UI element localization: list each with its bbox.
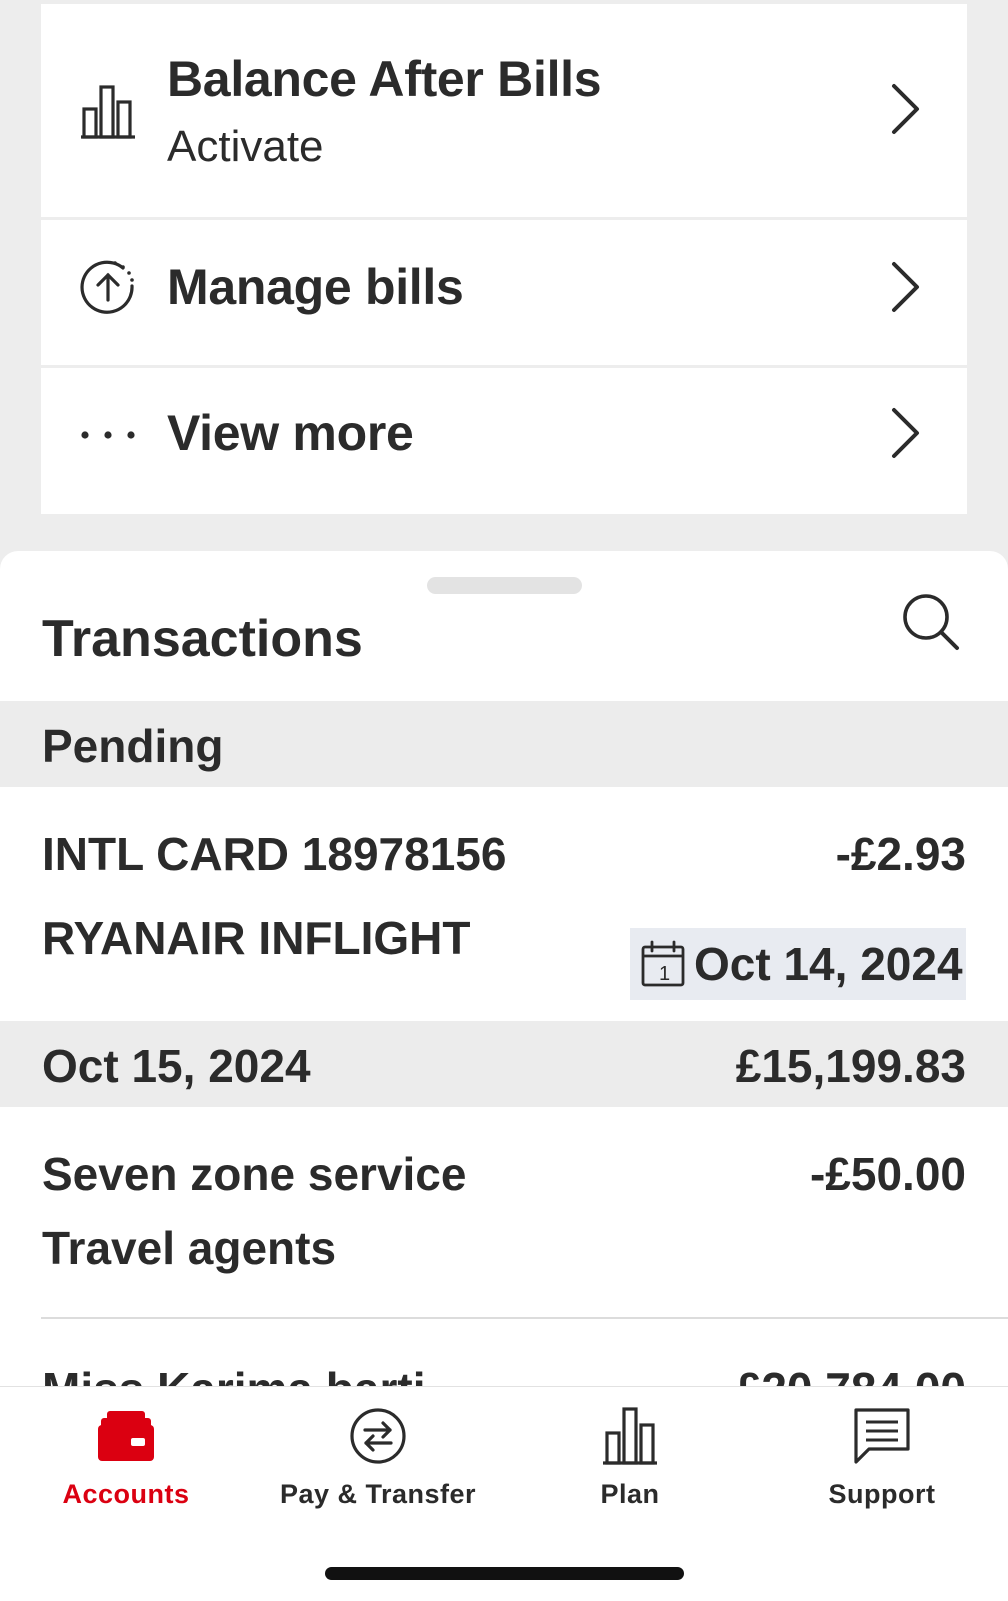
transfer-icon bbox=[350, 1408, 406, 1464]
tab-accounts[interactable]: Accounts bbox=[0, 1387, 252, 1527]
manage-bills-title: Manage bills bbox=[167, 259, 464, 315]
view-more-title: View more bbox=[167, 405, 414, 461]
wallet-icon bbox=[98, 1411, 154, 1461]
sheet-grab-handle[interactable] bbox=[427, 577, 582, 594]
tab-plan[interactable]: Plan bbox=[504, 1387, 756, 1527]
calendar-icon: 1 bbox=[641, 940, 685, 987]
transaction-amount: -£50.00 bbox=[809, 1148, 966, 1200]
upload-circle-icon bbox=[79, 258, 137, 316]
view-more-card[interactable]: View more bbox=[41, 368, 967, 514]
transaction-date: Oct 14, 2024 bbox=[694, 938, 963, 990]
balance-after-bills-card[interactable]: Balance After Bills Activate bbox=[41, 4, 967, 217]
transaction-description: INTL CARD 18978156 bbox=[42, 828, 507, 880]
tab-plan-label: Plan bbox=[600, 1479, 660, 1509]
search-icon[interactable] bbox=[900, 591, 962, 653]
row-divider bbox=[41, 1317, 1008, 1319]
pending-section-header: Pending bbox=[0, 701, 1008, 787]
chevron-right-icon bbox=[892, 84, 919, 134]
more-dots-icon bbox=[79, 406, 137, 464]
svg-text:1: 1 bbox=[659, 963, 670, 985]
transaction-row[interactable]: INTL CARD 18978156 -£2.93 RYANAIR INFLIG… bbox=[0, 787, 1008, 1021]
transactions-title: Transactions bbox=[42, 610, 363, 668]
transaction-category: Travel agents bbox=[42, 1222, 337, 1274]
transaction-row[interactable]: Seven zone service -£50.00 Travel agents bbox=[0, 1107, 1008, 1327]
chat-icon bbox=[854, 1408, 910, 1464]
date-group-header: Oct 15, 2024 £15,199.83 bbox=[0, 1021, 1008, 1107]
transaction-merchant: RYANAIR INFLIGHT bbox=[42, 912, 471, 964]
chevron-right-icon bbox=[892, 408, 919, 458]
bar-chart-icon bbox=[79, 82, 137, 140]
transaction-description: Seven zone service bbox=[42, 1148, 467, 1200]
group-balance: £15,199.83 bbox=[735, 1040, 966, 1092]
transaction-amount: -£2.93 bbox=[835, 828, 966, 880]
balance-after-bills-title: Balance After Bills bbox=[167, 51, 602, 107]
group-date: Oct 15, 2024 bbox=[42, 1040, 311, 1092]
tab-pay-transfer-label: Pay & Transfer bbox=[279, 1479, 477, 1509]
home-indicator[interactable] bbox=[325, 1567, 684, 1580]
chevron-right-icon bbox=[892, 262, 919, 312]
balance-after-bills-subtitle: Activate bbox=[167, 122, 324, 171]
tab-support[interactable]: Support bbox=[756, 1387, 1008, 1527]
transaction-row[interactable]: Miss Karima barti £20,784.00 bbox=[0, 1328, 1008, 1388]
manage-bills-card[interactable]: Manage bills bbox=[41, 220, 967, 365]
tab-support-label: Support bbox=[828, 1479, 936, 1509]
tab-accounts-label: Accounts bbox=[62, 1479, 190, 1509]
transaction-date-chip: 1 Oct 14, 2024 bbox=[630, 928, 966, 1000]
transaction-amount: £20,784.00 bbox=[736, 1362, 966, 1388]
pending-label: Pending bbox=[42, 720, 224, 772]
tab-pay-transfer[interactable]: Pay & Transfer bbox=[252, 1387, 504, 1527]
bar-chart-icon bbox=[603, 1407, 657, 1465]
transaction-description: Miss Karima barti bbox=[42, 1362, 425, 1388]
